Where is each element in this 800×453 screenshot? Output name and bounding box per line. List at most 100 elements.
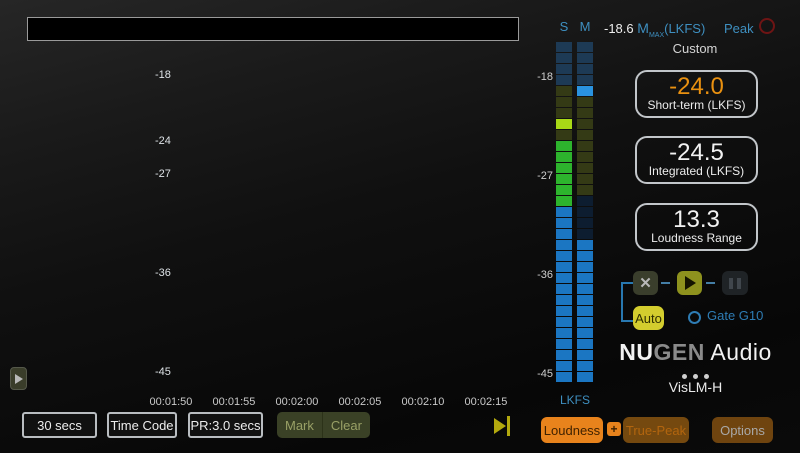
meter-segment	[556, 328, 572, 338]
practical-range-button[interactable]: PR:3.0 secs	[188, 412, 263, 438]
time-tick-label: 00:02:10	[402, 396, 445, 408]
meter-segment	[577, 130, 593, 140]
graph-y-tick-label: -18	[155, 69, 171, 81]
mark-button[interactable]: Mark	[277, 412, 322, 438]
time-tick-label: 00:02:05	[339, 396, 382, 408]
skip-bar-icon	[507, 416, 510, 436]
readout-label: Loudness Range	[637, 232, 756, 245]
graph-y-tick-label: -27	[155, 168, 171, 180]
readout-short-term-lkfs: -24.0Short-term (LKFS)	[635, 70, 758, 118]
meter-segment	[556, 284, 572, 294]
meter-segment	[577, 108, 593, 118]
readout-integrated-lkfs: -24.5Integrated (LKFS)	[635, 136, 758, 184]
meter-segment	[577, 262, 593, 272]
meter-segment	[556, 295, 572, 305]
meter-segment	[577, 174, 593, 184]
meter-segment	[556, 196, 572, 206]
momentary-meter-header: M	[580, 19, 591, 34]
meter-segment	[577, 339, 593, 349]
meter-segment	[577, 86, 593, 96]
gate-label: Gate G10	[707, 308, 763, 323]
meter-segment	[577, 251, 593, 261]
pause-icon	[729, 278, 733, 289]
meter-segment	[556, 141, 572, 151]
meter-segment	[556, 262, 572, 272]
meter-segment	[556, 97, 572, 107]
meter-segment	[577, 240, 593, 250]
time-tick-label: 00:01:50	[150, 396, 193, 408]
play-button[interactable]	[677, 271, 702, 295]
meter-segment	[556, 350, 572, 360]
readout-value: -24.5	[637, 140, 756, 165]
graph-y-tick-label: -36	[155, 267, 171, 279]
meter-segment	[556, 53, 572, 63]
meter-segment	[556, 372, 572, 382]
readout-loudness-range: 13.3Loudness Range	[635, 203, 758, 251]
meter-segment	[577, 229, 593, 239]
meter-segment	[556, 152, 572, 162]
meter-segment	[556, 273, 572, 283]
meter-segment	[556, 64, 572, 74]
play-icon	[685, 276, 696, 290]
short-term-meter-header: S	[560, 19, 569, 34]
meter-segment	[577, 119, 593, 129]
gate-radio-button[interactable]	[688, 311, 701, 324]
meter-segment	[556, 130, 572, 140]
meter-segment	[577, 64, 593, 74]
meter-segment	[577, 295, 593, 305]
clear-button[interactable]: Clear	[323, 412, 370, 438]
meter-segment	[577, 361, 593, 371]
brand-logo: NUGEN Audio	[608, 339, 783, 366]
meter-segment	[556, 86, 572, 96]
time-tick-label: 00:02:15	[465, 396, 508, 408]
readout-value: -24.0	[637, 74, 756, 99]
meter-segment	[556, 317, 572, 327]
meter-unit-label: LKFS	[549, 393, 601, 407]
skip-triangle-icon	[494, 418, 506, 434]
meter-segment	[577, 350, 593, 360]
meter-segment	[577, 141, 593, 151]
meter-segment	[556, 174, 572, 184]
stop-reset-button[interactable]: ✕	[633, 271, 658, 295]
meter-segment	[577, 97, 593, 107]
skip-to-end-button[interactable]	[494, 416, 518, 436]
meter-segment	[577, 53, 593, 63]
time-tick-label: 00:02:00	[276, 396, 319, 408]
readout-label: Short-term (LKFS)	[637, 99, 756, 112]
meter-segment	[577, 42, 593, 52]
meter-segment	[577, 185, 593, 195]
loudness-view-button[interactable]: Loudness	[541, 417, 603, 443]
meter-segment	[556, 361, 572, 371]
true-peak-view-button[interactable]: True-Peak	[623, 417, 689, 443]
product-name: VisLM-H	[608, 379, 783, 395]
momentary-max-readout: -18.6 MMAX(LKFS)	[604, 20, 705, 39]
loudness-truepeak-plus-button[interactable]: +	[607, 422, 621, 436]
meter-segment	[556, 339, 572, 349]
options-button[interactable]: Options	[712, 417, 773, 443]
transport-dash	[661, 282, 670, 284]
meter-segment	[577, 284, 593, 294]
auto-button[interactable]: Auto	[633, 306, 664, 330]
meter-segment	[556, 229, 572, 239]
mark-clear-group: MarkClear	[277, 412, 370, 438]
momentary-max-symbol: MMAX	[637, 20, 664, 36]
peak-label: Peak	[724, 21, 754, 36]
meter-segment	[556, 163, 572, 173]
meter-scale-label: -27	[529, 170, 553, 182]
window-length-button[interactable]: 30 secs	[22, 412, 97, 438]
meter-scale-label: -36	[529, 269, 553, 281]
meter-scale-label: -18	[529, 71, 553, 83]
meter-segment	[556, 42, 572, 52]
meter-segment	[556, 119, 572, 129]
meter-segment	[556, 75, 572, 85]
time-mode-button[interactable]: Time Code	[107, 412, 177, 438]
meter-segment	[577, 152, 593, 162]
meter-segment	[577, 273, 593, 283]
meter-segment	[577, 218, 593, 228]
preset-label: Custom	[620, 41, 770, 56]
pause-button[interactable]	[722, 271, 748, 295]
meter-segment	[556, 218, 572, 228]
meter-segment	[577, 317, 593, 327]
meter-segment	[577, 207, 593, 217]
meter-segment	[556, 207, 572, 217]
